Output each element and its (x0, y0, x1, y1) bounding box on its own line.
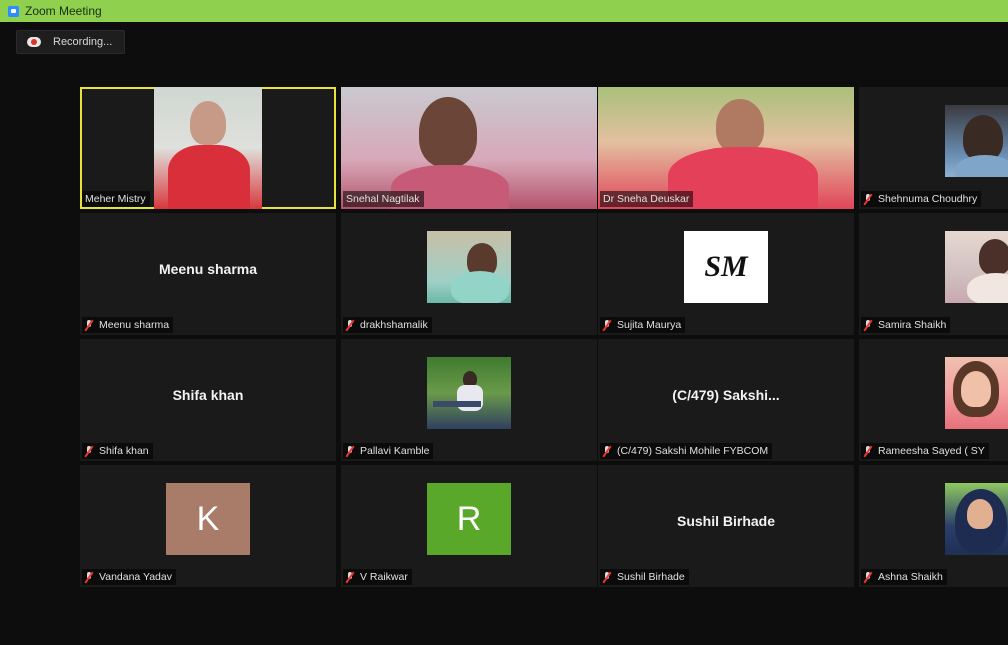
participant-tile-ashna-shaikh[interactable]: Ashna Shaikh (859, 465, 1008, 587)
muted-mic-icon (346, 571, 354, 583)
participant-tile-samira-shaikh[interactable]: Samira Shaikh (859, 213, 1008, 335)
participant-name: Samira Shaikh (878, 319, 947, 331)
participant-name-label: Rameesha Sayed ( SY (861, 443, 989, 459)
zoom-app-icon (8, 5, 19, 17)
participant-thumbnail (427, 357, 511, 429)
participant-tile-drakhshamalik[interactable]: drakhshamalik (341, 213, 597, 335)
zoom-window: Zoom Meeting Recording... Meher Mistry S… (0, 0, 1008, 645)
participant-name-label: Samira Shaikh (861, 317, 951, 333)
window-title: Zoom Meeting (25, 4, 102, 18)
participant-thumbnail (945, 105, 1008, 177)
participant-tile-meher-mistry[interactable]: Meher Mistry (80, 87, 336, 209)
muted-mic-icon (864, 319, 872, 331)
participant-name-label: Ashna Shaikh (861, 569, 947, 585)
participant-tile-snehal-nagtilak[interactable]: Snehal Nagtilak (341, 87, 597, 209)
participant-tile-pallavi-kamble[interactable]: Pallavi Kamble (341, 339, 597, 461)
participant-tile-vandana-yadav[interactable]: K Vandana Yadav (80, 465, 336, 587)
muted-mic-icon (864, 571, 872, 583)
participant-tile-shifa-khan[interactable]: Shifa khan Shifa khan (80, 339, 336, 461)
recording-cloud-icon (27, 37, 41, 47)
participant-name-label: (C/479) Sakshi Mohile FYBCOM (600, 443, 773, 459)
muted-mic-icon (346, 319, 354, 331)
participant-name: Rameesha Sayed ( SY (878, 445, 985, 457)
muted-mic-icon (603, 445, 611, 457)
participant-name: Shifa khan (99, 445, 149, 457)
participant-tile-sakshi-mohile[interactable]: (C/479) Sakshi... (C/479) Sakshi Mohile … (598, 339, 854, 461)
participant-name-label: Shifa khan (82, 443, 153, 459)
muted-mic-icon (346, 445, 354, 457)
participant-name-label: Sushil Birhade (600, 569, 689, 585)
participant-display-name: Meenu sharma (158, 261, 258, 277)
recording-label: Recording... (53, 36, 113, 48)
participant-display-name: Shifa khan (172, 387, 244, 403)
participant-avatar: SM (684, 231, 768, 303)
participant-name: Shehnuma Choudhry (878, 193, 978, 205)
muted-mic-icon (603, 319, 611, 331)
participant-name-label: V Raikwar (343, 569, 412, 585)
participant-name: Meher Mistry (85, 193, 146, 205)
participant-display-name: (C/479) Sakshi... (672, 387, 780, 403)
muted-mic-icon (85, 319, 93, 331)
participant-name: V Raikwar (360, 571, 408, 583)
participant-name-label: Shehnuma Choudhry (861, 191, 982, 207)
participant-thumbnail (945, 357, 1008, 429)
gallery-view: Meher Mistry Snehal Nagtilak Dr Sneha De… (80, 87, 1008, 597)
participant-name: Dr Sneha Deuskar (603, 193, 690, 205)
recording-indicator[interactable]: Recording... (16, 30, 126, 54)
participant-name-label: Meher Mistry (82, 191, 150, 207)
muted-mic-icon (864, 193, 872, 205)
participant-name: Sujita Maurya (617, 319, 682, 331)
participant-name-label: Meenu sharma (82, 317, 174, 333)
participant-name: Meenu sharma (99, 319, 170, 331)
participant-tile-sneha-deuskar[interactable]: Dr Sneha Deuskar (598, 87, 854, 209)
muted-mic-icon (85, 445, 93, 457)
participant-name-label: Snehal Nagtilak (343, 191, 424, 207)
participant-tile-v-raikwar[interactable]: R V Raikwar (341, 465, 597, 587)
participant-display-name: Sushil Birhade (676, 513, 776, 529)
participant-name: Snehal Nagtilak (346, 193, 420, 205)
participant-thumbnail (427, 231, 511, 303)
participant-avatar: K (166, 483, 250, 555)
participant-name: drakhshamalik (360, 319, 428, 331)
participant-tile-rameesha-sayed[interactable]: Rameesha Sayed ( SY (859, 339, 1008, 461)
muted-mic-icon (864, 445, 872, 457)
participant-tile-meenu-sharma[interactable]: Meenu sharma Meenu sharma (80, 213, 336, 335)
title-bar[interactable]: Zoom Meeting (0, 0, 1008, 22)
participant-name-label: Dr Sneha Deuskar (600, 191, 694, 207)
participant-video (154, 87, 262, 209)
participant-tile-sushil-birhade[interactable]: Sushil Birhade Sushil Birhade (598, 465, 854, 587)
participant-name-label: Vandana Yadav (82, 569, 176, 585)
muted-mic-icon (603, 571, 611, 583)
participant-tile-shehnuma-choudhry[interactable]: Shehnuma Choudhry (859, 87, 1008, 209)
participant-name-label: Sujita Maurya (600, 317, 686, 333)
participant-thumbnail (945, 231, 1008, 303)
participant-thumbnail (945, 483, 1008, 555)
muted-mic-icon (85, 571, 93, 583)
participant-name: Pallavi Kamble (360, 445, 430, 457)
participant-name-label: Pallavi Kamble (343, 443, 434, 459)
participant-avatar: R (427, 483, 511, 555)
participant-name: Ashna Shaikh (878, 571, 943, 583)
participant-name: Sushil Birhade (617, 571, 685, 583)
participant-name-label: drakhshamalik (343, 317, 432, 333)
participant-name: (C/479) Sakshi Mohile FYBCOM (617, 445, 769, 457)
participant-name: Vandana Yadav (99, 571, 172, 583)
participant-tile-sujita-maurya[interactable]: SM Sujita Maurya (598, 213, 854, 335)
